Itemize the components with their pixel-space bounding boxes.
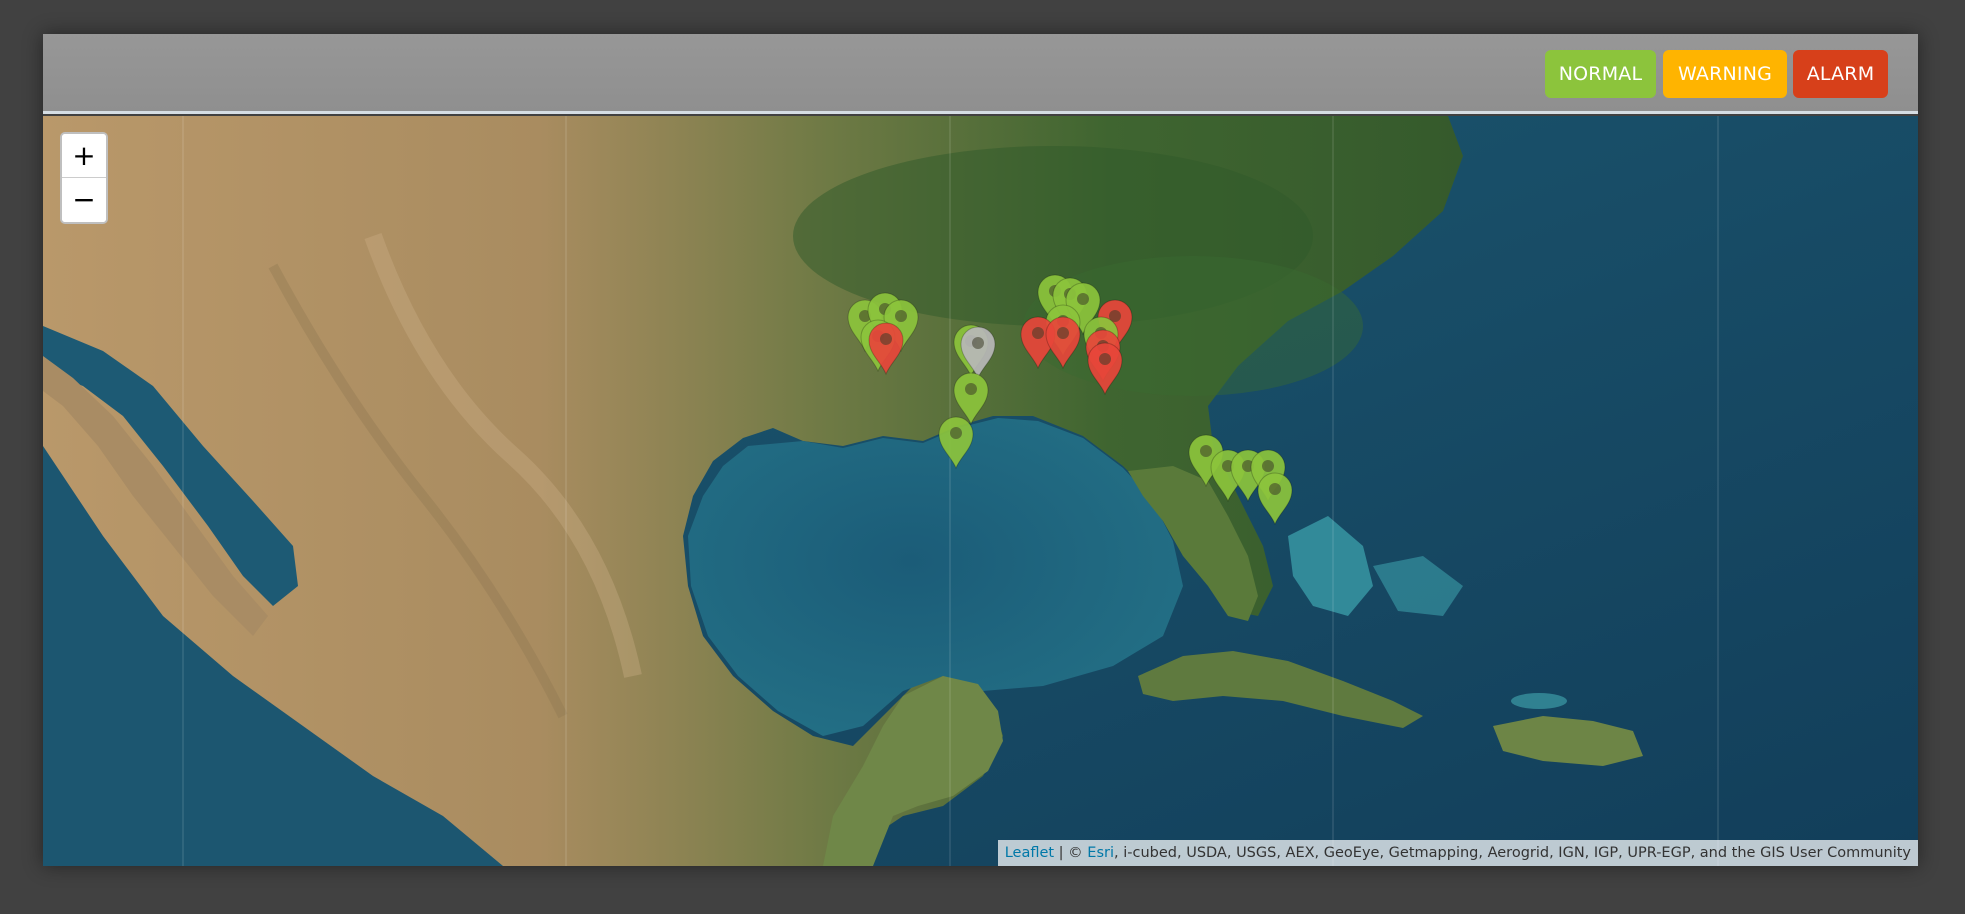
zoom-out-button[interactable]: − xyxy=(62,178,106,222)
attribution-sources: , i-cubed, USDA, USGS, AEX, GeoEye, Getm… xyxy=(1114,845,1911,861)
zoom-in-button[interactable]: + xyxy=(62,134,106,178)
alarm-status-button[interactable]: ALARM xyxy=(1793,50,1888,98)
warning-status-button[interactable]: WARNING xyxy=(1663,50,1787,98)
normal-status-button[interactable]: NORMAL xyxy=(1545,50,1656,98)
esri-link[interactable]: Esri xyxy=(1087,845,1114,861)
leaflet-link[interactable]: Leaflet xyxy=(1005,845,1054,861)
map-attribution: Leaflet | © Esri, i-cubed, USDA, USGS, A… xyxy=(997,840,1918,866)
zoom-control: + − xyxy=(60,132,108,224)
satellite-imagery xyxy=(43,116,1918,866)
satellite-map[interactable]: + − Leaflet | © Esri, i-cubed, USDA, USG… xyxy=(43,116,1918,866)
header-bar: NORMAL WARNING ALARM xyxy=(43,34,1918,114)
map-panel: NORMAL WARNING ALARM + − Leaflet | © Esr… xyxy=(43,34,1918,866)
attribution-separator: | © xyxy=(1054,845,1088,861)
